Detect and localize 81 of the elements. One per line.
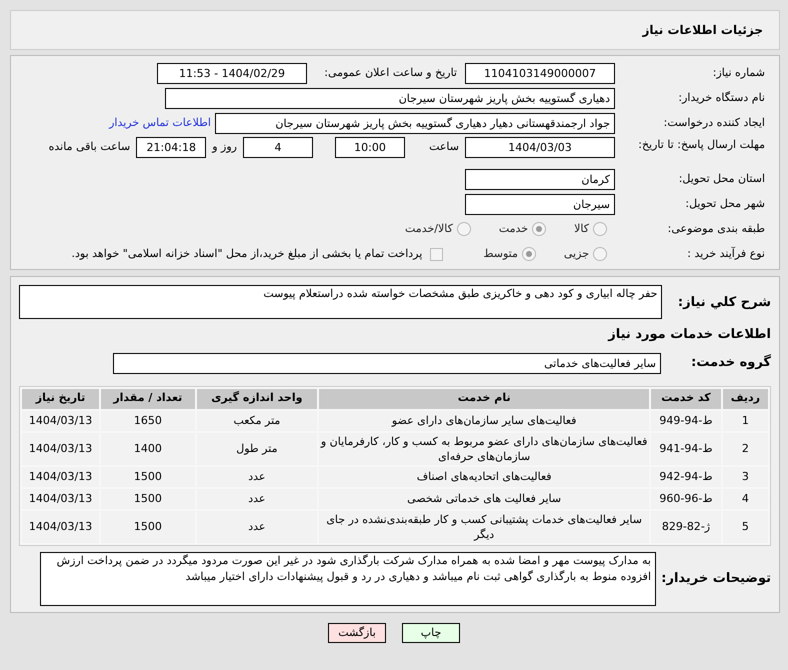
text-field[interactable]: 10:00 bbox=[335, 137, 405, 158]
notes-area[interactable]: به مدارک پیوست مهر و امضا شده به همراه مدارک شرکت بارگذاری شود در غیر این صورت مردود میگردد در ضمن پرداخت ارزش افزوده منوط به بارگذاری گواهی ثبت نام میباشد و دهیاری در رد و قبول پیشنهادات دارای اختیار میباشد bbox=[40, 552, 656, 606]
field-label: شماره نیاز: bbox=[712, 64, 765, 81]
description-area[interactable]: حفر چاله ابیاری و کود دهی و خاکریزی طبق مشخصات خواسته شده دراستعلام پیوست bbox=[19, 285, 662, 319]
table-cell: 5 bbox=[722, 510, 768, 542]
radio-button[interactable] bbox=[522, 247, 536, 261]
table-cell: 1400 bbox=[101, 432, 195, 464]
field-label: ساعت bbox=[428, 139, 459, 156]
contact-link[interactable]: اطلاعات تماس خریدار bbox=[109, 114, 211, 132]
column-header: واحد اندازه گیری bbox=[196, 388, 318, 408]
table-cell: ژ-82-829 bbox=[651, 510, 721, 542]
table-cell: ط-96-960 bbox=[651, 488, 721, 508]
table-cell: 1650 bbox=[101, 410, 195, 430]
section-title: اطلاعات خدمات مورد نیاز bbox=[606, 326, 771, 344]
field-label: استان محل تحویل: bbox=[678, 170, 765, 187]
table-cell: 1500 bbox=[101, 510, 195, 542]
field-label: نام دستگاه خریدار: bbox=[677, 90, 765, 106]
text-field[interactable]: 4 bbox=[243, 137, 313, 158]
text-field[interactable]: دهیاری گستوییه بخش پاریز شهرستان سیرجان bbox=[165, 88, 615, 108]
table-cell: 1404/03/13 bbox=[22, 466, 100, 486]
table-cell: 2 bbox=[722, 432, 768, 464]
table-cell: 1 bbox=[722, 410, 768, 430]
column-header: نام خدمت bbox=[319, 388, 650, 408]
table-cell: عدد bbox=[196, 488, 318, 508]
table-cell: 1404/03/13 bbox=[22, 410, 100, 430]
radio-label: خدمت bbox=[498, 220, 528, 237]
field-label: ساعت باقی مانده bbox=[48, 139, 130, 156]
field-label: طبقه بندی موضوعی: bbox=[666, 220, 765, 237]
table-cell: ط-94-949 bbox=[651, 410, 721, 430]
table-cell: فعالیت‌های سازمان‌های دارای عضو مربوط به کسب و کار، کارفرمایان و سازمان‌های حرفه‌ای bbox=[319, 432, 650, 464]
radio-button[interactable] bbox=[593, 247, 607, 261]
field-label: شهر محل تحویل: bbox=[684, 196, 765, 212]
print-button[interactable]: چاپ bbox=[402, 622, 460, 642]
field-label: مهلت ارسال پاسخ: تا تاریخ: bbox=[637, 137, 765, 153]
text-field[interactable]: جواد ارجمندقهستانی دهیار دهیاری گستوییه بخش پاریز شهرستان سیرجان bbox=[215, 112, 615, 134]
text-field[interactable]: 1104103149000007 bbox=[465, 62, 615, 84]
text-field[interactable]: سایر فعالیت‌های خدماتی bbox=[113, 352, 661, 374]
radio-label: جزیی bbox=[564, 246, 589, 262]
table-cell: سایر فعالیت‌های خدمات پشتیبانی کسب و کار طبقه‌بندی‌نشده در جای دیگر bbox=[319, 510, 650, 542]
text-field[interactable]: 1404/02/29 - 11:53 bbox=[157, 62, 307, 84]
table-cell: 3 bbox=[722, 466, 768, 486]
checkbox[interactable] bbox=[430, 248, 444, 260]
radio-label: کالا bbox=[574, 220, 589, 237]
column-header: ردیف bbox=[722, 388, 768, 408]
column-header: کد خدمت bbox=[651, 388, 721, 408]
table-cell: 1404/03/13 bbox=[22, 488, 100, 508]
table-cell: عدد bbox=[196, 466, 318, 486]
table-cell: عدد bbox=[196, 510, 318, 542]
table-cell: متر طول bbox=[196, 432, 318, 464]
radio-label: متوسط bbox=[483, 246, 518, 262]
field-label: گروه خدمت: bbox=[690, 353, 771, 372]
field-label: روز و bbox=[212, 139, 237, 156]
table-cell: 1404/03/13 bbox=[22, 510, 100, 542]
radio-button[interactable] bbox=[532, 222, 546, 236]
back-button[interactable]: بازگشت bbox=[328, 622, 386, 642]
table-cell: 1404/03/13 bbox=[22, 432, 100, 464]
radio-button[interactable] bbox=[456, 222, 471, 236]
field-label: توضیحات خریدار: bbox=[660, 570, 771, 588]
radio-button[interactable] bbox=[593, 222, 607, 236]
countdown-field[interactable]: 21:04:18 bbox=[136, 137, 206, 158]
text-field[interactable]: 1404/03/03 bbox=[465, 137, 615, 158]
table-cell: 1500 bbox=[101, 488, 195, 508]
page-title: جزئیات اطلاعات نیاز bbox=[642, 22, 763, 39]
field-label: نوع فرآیند خرید : bbox=[686, 246, 765, 262]
field-label: تاریخ و ساعت اعلان عمومی: bbox=[323, 64, 457, 81]
column-header: تعداد / مقدار bbox=[101, 388, 195, 408]
field-label: شرح کلي نياز: bbox=[676, 294, 771, 312]
table-cell: فعالیت‌های سایر سازمان‌های دارای عضو bbox=[319, 410, 650, 430]
radio-label: کالا/خدمت bbox=[405, 220, 453, 237]
table-cell: سایر فعالیت های خدماتی شخصی bbox=[319, 488, 650, 508]
column-header: تاریخ نیاز bbox=[22, 388, 100, 408]
text-field[interactable]: کرمان bbox=[465, 168, 615, 190]
table-cell: متر مکعب bbox=[196, 410, 318, 430]
field-label: پرداخت تمام یا بخشی از مبلغ خرید،از محل "اسناد خزانه اسلامی" خواهد بود. bbox=[72, 246, 422, 262]
table-cell: ط-94-942 bbox=[651, 466, 721, 486]
table-cell: 1500 bbox=[101, 466, 195, 486]
table-cell: فعالیت‌های اتحادیه‌های اصناف bbox=[319, 466, 650, 486]
text-field[interactable]: سیرجان bbox=[465, 194, 615, 214]
table-cell: ط-94-941 bbox=[651, 432, 721, 464]
field-label: ایجاد کننده درخواست: bbox=[662, 114, 765, 131]
table-cell: 4 bbox=[722, 488, 768, 508]
